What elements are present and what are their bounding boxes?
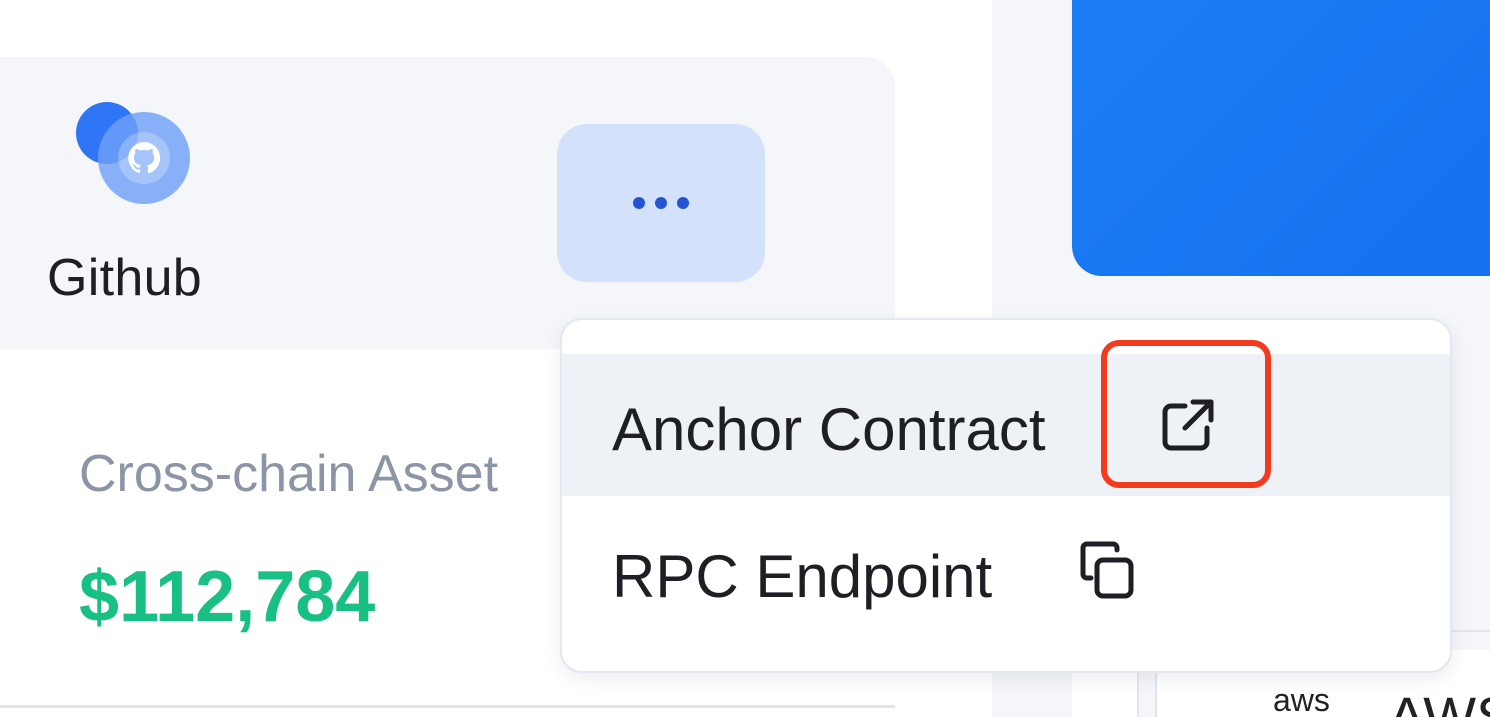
promo-banner[interactable] (1072, 0, 1490, 276)
network-title: Github (47, 249, 203, 307)
network-logo (76, 102, 190, 206)
stat-label: Cross-chain Asset (79, 445, 499, 503)
more-horizontal-icon (633, 197, 645, 209)
more-dot (655, 197, 667, 209)
aws-logo: aws (1273, 682, 1330, 717)
divider (0, 705, 895, 708)
logo-front-circle (98, 112, 190, 204)
menu-item-label: Anchor Contract (612, 396, 1046, 463)
more-dot (677, 197, 689, 209)
menu-item-label: RPC Endpoint (612, 543, 993, 610)
github-icon (118, 132, 170, 184)
more-options-button[interactable] (557, 124, 765, 282)
options-dropdown-menu: Anchor Contract RPC Endpoint (560, 318, 1452, 673)
menu-item-rpc-endpoint[interactable]: RPC Endpoint (562, 501, 1450, 643)
menu-item-anchor-contract[interactable]: Anchor Contract (562, 354, 1450, 496)
copy-icon[interactable] (1075, 538, 1139, 602)
provider-name: AWS (1388, 685, 1490, 717)
page: aws AWS Github Cross-chain Asset $112,78… (0, 0, 1490, 717)
highlight-annotation (1101, 340, 1271, 488)
stat-value: $112,784 (79, 557, 376, 637)
